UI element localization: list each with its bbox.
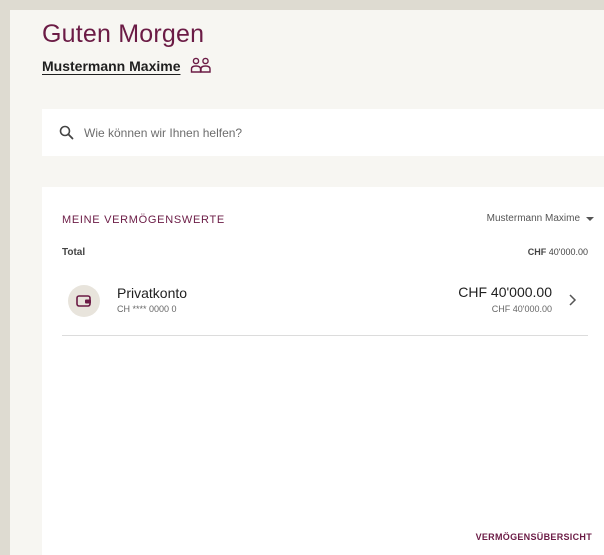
total-currency: CHF: [527, 247, 547, 257]
account-amount: CHF 40'000.00: [458, 284, 552, 300]
account-iban: CH **** 0000 0: [117, 304, 177, 314]
app-frame: Guten Morgen Mustermann Maxime MEINE VER…: [10, 10, 604, 555]
users-switch-icon[interactable]: [190, 57, 212, 75]
asset-overview-link[interactable]: VERMÖGENSÜBERSICHT: [476, 532, 592, 542]
account-amount-sub: CHF 40'000.00: [491, 304, 552, 314]
total-value: CHF 40'000.00: [528, 247, 588, 257]
wallet-icon: [68, 285, 100, 317]
account-name: Privatkonto: [117, 285, 188, 301]
user-row: Mustermann Maxime: [42, 57, 212, 75]
search-input[interactable]: [82, 124, 486, 141]
owner-dropdown[interactable]: Mustermann Maxime: [487, 213, 594, 224]
caret-down-icon: [586, 216, 594, 221]
assets-title: MEINE VERMÖGENSWERTE: [62, 214, 225, 226]
search-icon: [59, 125, 74, 140]
user-name-link[interactable]: Mustermann Maxime: [42, 58, 180, 74]
greeting-title: Guten Morgen: [42, 20, 205, 48]
total-amount: 40'000.00: [548, 247, 588, 257]
search-bar[interactable]: [42, 109, 604, 156]
assets-card: MEINE VERMÖGENSWERTE Mustermann Maxime T…: [42, 187, 604, 555]
total-label: Total: [62, 247, 86, 258]
owner-dropdown-value: Mustermann Maxime: [486, 213, 580, 224]
account-row-privatkonto[interactable]: Privatkonto CH **** 0000 0 CHF 40'000.00…: [62, 277, 588, 336]
chevron-right-icon[interactable]: [568, 293, 578, 307]
